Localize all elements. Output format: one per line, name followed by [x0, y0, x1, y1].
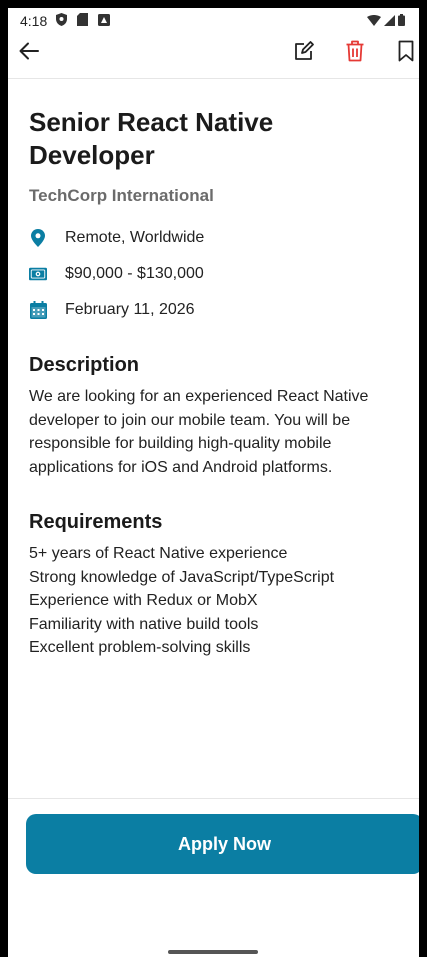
- status-icons-left: [56, 13, 110, 31]
- wifi-icon: [367, 13, 381, 31]
- home-indicator[interactable]: [168, 950, 258, 954]
- bookmark-button[interactable]: [391, 38, 419, 68]
- arrow-left-icon: [19, 42, 39, 65]
- date-row: February 11, 2026: [29, 292, 399, 328]
- top-app-bar: [8, 30, 419, 78]
- footer-divider: [8, 798, 419, 799]
- notification-icon: [98, 13, 110, 31]
- job-meta: Remote, Worldwide $90,000 - $130,000 Feb…: [29, 220, 399, 328]
- calendar-icon: [29, 301, 47, 319]
- requirements-list: 5+ years of React Native experience Stro…: [29, 542, 399, 660]
- status-time: 4:18: [20, 13, 48, 29]
- job-details: Senior React Native Developer TechCorp I…: [29, 106, 399, 676]
- edit-icon: [293, 40, 315, 67]
- battery-icon: [398, 13, 405, 31]
- signal-icon: [384, 13, 395, 31]
- location-icon: [29, 229, 47, 247]
- edit-button[interactable]: [289, 38, 319, 68]
- delete-button[interactable]: [340, 38, 370, 68]
- location-text: Remote, Worldwide: [65, 229, 205, 246]
- status-icons-right: [367, 13, 405, 31]
- shield-icon: [56, 13, 67, 31]
- requirement-item: Excellent problem-solving skills: [29, 639, 251, 656]
- requirement-item: Experience with Redux or MobX: [29, 592, 258, 609]
- toolbar-divider: [8, 78, 419, 79]
- salary-row: $90,000 - $130,000: [29, 256, 399, 292]
- requirement-item: Familiarity with native build tools: [29, 615, 259, 633]
- bookmark-icon: [398, 40, 414, 67]
- requirement-item: Strong knowledge of JavaScript/TypeScrip…: [29, 568, 335, 586]
- apply-now-button[interactable]: Apply Now: [26, 814, 419, 874]
- date-text: February 11, 2026: [65, 301, 195, 318]
- money-icon: [29, 265, 47, 283]
- salary-text: $90,000 - $130,000: [65, 265, 204, 282]
- sd-card-icon: [77, 13, 88, 31]
- description-heading: Description: [29, 354, 140, 376]
- device-frame: 4:18 Senior React Native Developer TechC…: [0, 0, 427, 957]
- requirements-heading: Requirements: [29, 511, 163, 533]
- location-row: Remote, Worldwide: [29, 220, 399, 256]
- description-text: We are looking for an experienced React …: [29, 388, 369, 476]
- trash-icon: [345, 40, 365, 67]
- requirement-item: 5+ years of React Native experience: [29, 545, 288, 562]
- company-name: TechCorp International: [29, 186, 214, 205]
- job-title: Senior React Native Developer: [29, 107, 274, 170]
- app-screen: 4:18 Senior React Native Developer TechC…: [8, 8, 419, 957]
- back-button[interactable]: [14, 38, 44, 68]
